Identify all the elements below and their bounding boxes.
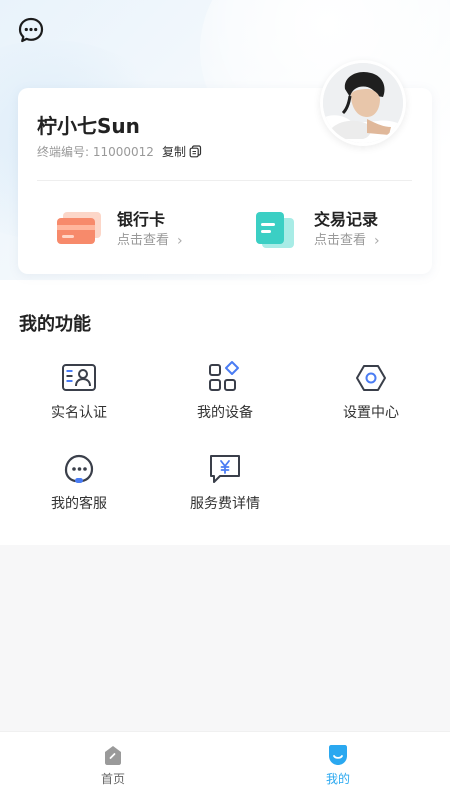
func-customer-service[interactable]: 我的客服 xyxy=(19,451,139,521)
func-service-fee-details[interactable]: 服务费详情 xyxy=(165,451,285,521)
avatar[interactable] xyxy=(320,60,406,146)
transaction-records-entry[interactable]: 交易记录 点击查看 › xyxy=(254,205,380,255)
transaction-records-title: 交易记录 xyxy=(314,210,379,229)
copy-label: 复制 xyxy=(161,145,186,159)
bank-card-icon xyxy=(57,212,101,244)
copy-button[interactable]: 复制 xyxy=(162,143,202,160)
transaction-records-icon xyxy=(256,212,294,248)
tab-home[interactable]: 首页 xyxy=(73,744,153,787)
func-label: 服务费详情 xyxy=(190,496,260,512)
home-icon xyxy=(105,746,121,765)
tab-home-label: 首页 xyxy=(100,772,125,786)
func-real-name-auth[interactable]: 实名认证 xyxy=(19,360,139,430)
func-label: 设置中心 xyxy=(343,405,399,421)
copy-icon xyxy=(189,145,202,158)
card-divider xyxy=(37,180,412,181)
func-label: 我的设备 xyxy=(197,405,253,421)
devices-icon xyxy=(209,361,239,391)
func-settings-center[interactable]: 设置中心 xyxy=(311,360,431,430)
section-title-functions: 我的功能 xyxy=(19,314,91,335)
avatar-image xyxy=(323,63,403,143)
func-label: 我的客服 xyxy=(51,496,107,512)
profile-tab-icon xyxy=(329,745,347,765)
bank-card-entry[interactable]: 银行卡 点击查看 › xyxy=(57,205,183,255)
chat-bubble-icon xyxy=(18,17,44,43)
service-fee-icon xyxy=(210,455,240,483)
id-card-icon xyxy=(62,364,96,391)
tab-mine-label: 我的 xyxy=(325,772,350,786)
chevron-right-icon: › xyxy=(374,233,380,249)
username: 柠小七Sun xyxy=(37,114,140,138)
terminal-number: 终端编号: 11000012 xyxy=(37,145,154,159)
settings-icon xyxy=(356,365,386,391)
func-label: 实名认证 xyxy=(51,405,107,421)
bank-card-title: 银行卡 xyxy=(117,210,166,229)
tab-mine[interactable]: 我的 xyxy=(298,744,378,787)
transaction-records-sub: 点击查看 xyxy=(314,233,367,248)
message-button[interactable] xyxy=(17,16,45,44)
bank-card-sub: 点击查看 xyxy=(117,233,170,248)
bottom-tab-bar: 首页 我的 xyxy=(0,731,450,800)
func-my-devices[interactable]: 我的设备 xyxy=(165,360,285,430)
customer-service-icon xyxy=(64,454,94,483)
terminal-number-row: 终端编号: 11000012 复制 xyxy=(37,143,202,160)
chevron-right-icon: › xyxy=(177,233,183,249)
